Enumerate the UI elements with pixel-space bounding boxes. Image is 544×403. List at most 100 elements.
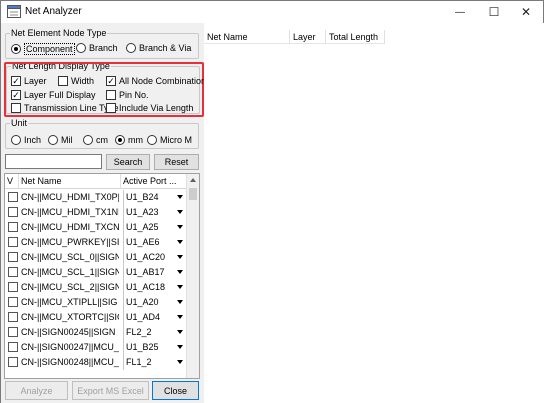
row-visibility-checkbox[interactable] [8,327,18,337]
column-net-name[interactable]: Net Name [19,174,121,189]
dropdown-arrow-icon [177,240,183,244]
maximize-icon: ☐ [488,5,500,19]
close-button[interactable]: Close [152,381,199,400]
row-active-port: U1_AE6 [126,237,160,247]
row-active-port: U1_B25 [126,342,159,352]
table-row[interactable]: CN-||MCU_SCL_2||SIGN U1_AC18 [5,280,187,295]
scroll-up-icon[interactable] [190,178,196,182]
check-pin-no-label: Pin No. [119,90,149,100]
column-v[interactable]: V [5,174,19,189]
row-active-port: U1_AD4 [126,312,161,322]
row-visibility-checkbox[interactable] [8,357,18,367]
row-visibility-checkbox[interactable] [8,237,18,247]
row-active-port-select[interactable]: U1_B24 [123,190,185,205]
net-grid-scrollbar[interactable] [186,174,199,378]
row-active-port-select[interactable]: U1_A20 [123,295,185,310]
row-active-port-select[interactable]: U1_AE6 [123,235,185,250]
results-column-total-length[interactable]: Total Length [326,30,385,44]
check-layer-full-display[interactable]: ✓ Layer Full Display [11,90,96,100]
row-visibility-checkbox[interactable] [8,252,18,262]
row-active-port-select[interactable]: FL2_2 [123,325,185,340]
check-all-node-combination[interactable]: ✓ All Node Combination [106,76,206,86]
results-column-net-name[interactable]: Net Name [204,30,290,44]
title-bar[interactable]: Net Analyzer — ☐ ✕ [1,1,543,23]
scroll-thumb[interactable] [189,188,197,200]
radio-inch[interactable]: Inch [11,135,41,145]
results-panel: Net Name Layer Total Length [204,23,544,403]
results-column-layer[interactable]: Layer [290,30,326,44]
table-row[interactable]: CN-||MCU_HDMI_TXCN|| U1_A25 [5,220,187,235]
close-window-button[interactable]: ✕ [509,1,543,23]
maximize-button[interactable]: ☐ [477,1,511,23]
row-visibility-checkbox[interactable] [8,207,18,217]
table-row[interactable]: CN-||SIGN00245||SIGN FL2_2 [5,325,187,340]
check-include-via-label: Include Via Length [119,103,194,113]
check-width-box [58,76,68,86]
radio-inch-label: Inch [24,135,42,145]
row-visibility-checkbox[interactable] [8,192,18,202]
dropdown-arrow-icon [177,255,183,259]
radio-mil[interactable]: Mil [48,135,73,145]
minimize-button[interactable]: — [443,1,477,23]
net-grid[interactable]: V Net Name Active Port ... CN-||MCU_HDMI… [4,173,200,379]
row-active-port-select[interactable]: U1_A25 [123,220,185,235]
radio-branch[interactable]: Branch [76,43,118,53]
check-include-via-length[interactable]: Include Via Length [106,103,193,113]
table-row[interactable]: CN-||MCU_XTORTC||SIG U1_AD4 [5,310,187,325]
check-width[interactable]: Width [58,76,94,86]
table-row[interactable]: CN-||MCU_HDMI_TX1N|| U1_A23 [5,205,187,220]
check-pin-no[interactable]: Pin No. [106,90,149,100]
radio-mm-label: mm [128,135,143,145]
check-transmission-line-type[interactable]: Transmission Line Type [11,103,119,113]
row-active-port: U1_B24 [126,192,159,202]
row-visibility-checkbox[interactable] [8,312,18,322]
radio-mil-label: Mil [61,135,73,145]
analyze-button[interactable]: Analyze [5,381,68,400]
row-net-name: CN-||MCU_HDMI_TX0P|| [21,192,119,202]
check-layer[interactable]: ✓ Layer [11,76,47,86]
table-row[interactable]: CN-||MCU_SCL_0||SIGN U1_AC20 [5,250,187,265]
search-button[interactable]: Search [106,154,150,170]
table-row[interactable]: CN-||SIGN00248||MCU_ FL1_2 [5,355,187,370]
radio-micro-m[interactable]: Micro M [147,135,192,145]
row-active-port: U1_A23 [126,207,159,217]
row-active-port: U1_A25 [126,222,159,232]
row-net-name: CN-||SIGN00245||SIGN [21,327,116,337]
row-visibility-checkbox[interactable] [8,267,18,277]
table-row[interactable]: CN-||MCU_HDMI_TX0P|| U1_B24 [5,190,187,205]
row-active-port-select[interactable]: U1_AC18 [123,280,185,295]
row-active-port: FL1_2 [126,357,152,367]
dropdown-arrow-icon [177,195,183,199]
search-input[interactable] [5,154,102,169]
net-grid-header: V Net Name Active Port ... [5,174,187,189]
radio-component[interactable]: Component [11,43,75,55]
row-active-port-select[interactable]: U1_B25 [123,340,185,355]
row-active-port-select[interactable]: FL1_2 [123,355,185,370]
check-pin-no-box [106,90,116,100]
row-active-port: U1_AC20 [126,252,166,262]
row-active-port-select[interactable]: U1_AC20 [123,250,185,265]
reset-button[interactable]: Reset [154,154,199,170]
table-row[interactable]: CN-||MCU_SCL_1||SIGN U1_AB17 [5,265,187,280]
radio-cm[interactable]: cm [83,135,108,145]
row-active-port-select[interactable]: U1_AD4 [123,310,185,325]
row-visibility-checkbox[interactable] [8,342,18,352]
radio-branch-label: Branch [89,43,118,53]
column-active-port[interactable]: Active Port ... [121,174,187,189]
row-visibility-checkbox[interactable] [8,282,18,292]
row-net-name: CN-||MCU_SCL_0||SIGN [21,252,119,262]
radio-branch-via[interactable]: Branch & Via [126,43,191,53]
row-active-port-select[interactable]: U1_AB17 [123,265,185,280]
row-net-name: CN-||MCU_SCL_2||SIGN [21,282,119,292]
dropdown-arrow-icon [177,345,183,349]
row-active-port: U1_AC18 [126,282,166,292]
row-active-port-select[interactable]: U1_A23 [123,205,185,220]
table-row[interactable]: CN-||MCU_XTIPLL||SIG U1_A20 [5,295,187,310]
table-row[interactable]: CN-||MCU_PWRKEY||SIG U1_AE6 [5,235,187,250]
row-visibility-checkbox[interactable] [8,297,18,307]
radio-cm-indicator [83,135,93,145]
export-ms-excel-button[interactable]: Export MS Excel [72,381,149,400]
table-row[interactable]: CN-||SIGN00247||MCU_ U1_B25 [5,340,187,355]
row-visibility-checkbox[interactable] [8,222,18,232]
radio-mm[interactable]: mm [115,135,143,145]
